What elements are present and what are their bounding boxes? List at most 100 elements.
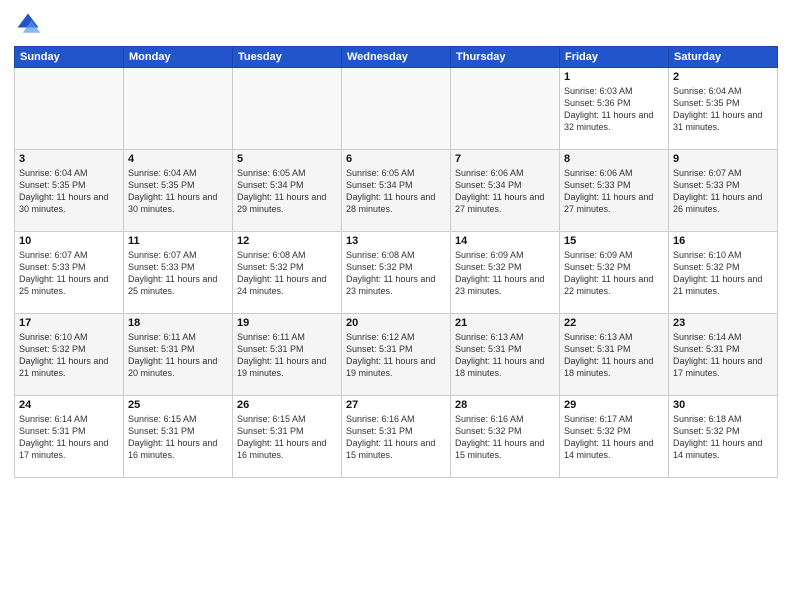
day-number: 16 — [673, 235, 773, 247]
weekday-header-tuesday: Tuesday — [233, 47, 342, 68]
day-number: 11 — [128, 235, 228, 247]
calendar-cell: 12 Sunrise: 6:08 AM Sunset: 5:32 PM Dayli… — [233, 232, 342, 314]
logo-icon — [14, 10, 42, 38]
day-info: Sunrise: 6:12 AM Sunset: 5:31 PM Dayligh… — [346, 331, 446, 380]
day-info: Sunrise: 6:04 AM Sunset: 5:35 PM Dayligh… — [128, 167, 228, 216]
day-info: Sunrise: 6:03 AM Sunset: 5:36 PM Dayligh… — [564, 85, 664, 134]
calendar-table: SundayMondayTuesdayWednesdayThursdayFrid… — [14, 46, 778, 478]
calendar-cell: 14Sunrise: 6:09 AM Sunset: 5:32 PM Dayli… — [451, 232, 560, 314]
calendar-cell: 15 Sunrise: 6:09 AM Sunset: 5:32 PM Dayli… — [560, 232, 669, 314]
calendar-cell: 11 Sunrise: 6:07 AM Sunset: 5:33 PM Dayli… — [124, 232, 233, 314]
calendar-cell — [342, 68, 451, 150]
day-info: Sunrise: 6:06 AM Sunset: 5:33 PM Dayligh… — [564, 167, 664, 216]
weekday-header-wednesday: Wednesday — [342, 47, 451, 68]
day-number: 22 — [564, 317, 664, 329]
day-number: 3 — [19, 153, 119, 165]
calendar-cell: 1 Sunrise: 6:03 AM Sunset: 5:36 PM Daylig… — [560, 68, 669, 150]
day-info: Sunrise: 6:06 AM Sunset: 5:34 PM Dayligh… — [455, 167, 555, 216]
day-info: Sunrise: 6:08 AM Sunset: 5:32 PM Dayligh… — [346, 249, 446, 298]
day-info: Sunrise: 6:04 AM Sunset: 5:35 PM Dayligh… — [19, 167, 119, 216]
calendar-cell: 22Sunrise: 6:13 AM Sunset: 5:31 PM Dayli… — [560, 314, 669, 396]
calendar-cell: 7 Sunrise: 6:06 AM Sunset: 5:34 PM Daylig… — [451, 150, 560, 232]
logo — [14, 10, 46, 38]
calendar-cell: 26Sunrise: 6:15 AM Sunset: 5:31 PM Dayli… — [233, 396, 342, 478]
weekday-header-sunday: Sunday — [15, 47, 124, 68]
day-number: 12 — [237, 235, 337, 247]
calendar-cell: 9 Sunrise: 6:07 AM Sunset: 5:33 PM Daylig… — [669, 150, 778, 232]
day-info: Sunrise: 6:05 AM Sunset: 5:34 PM Dayligh… — [346, 167, 446, 216]
day-number: 28 — [455, 399, 555, 411]
calendar-cell: 21 Sunrise: 6:13 AM Sunset: 5:31 PM Dayli… — [451, 314, 560, 396]
day-info: Sunrise: 6:07 AM Sunset: 5:33 PM Dayligh… — [19, 249, 119, 298]
calendar-cell: 2Sunrise: 6:04 AM Sunset: 5:35 PM Daylig… — [669, 68, 778, 150]
page: SundayMondayTuesdayWednesdayThursdayFrid… — [0, 0, 792, 612]
calendar-cell: 25Sunrise: 6:15 AM Sunset: 5:31 PM Dayli… — [124, 396, 233, 478]
calendar-cell: 3 Sunrise: 6:04 AM Sunset: 5:35 PM Daylig… — [15, 150, 124, 232]
day-info: Sunrise: 6:16 AM Sunset: 5:31 PM Dayligh… — [346, 413, 446, 462]
day-info: Sunrise: 6:10 AM Sunset: 5:32 PM Dayligh… — [673, 249, 773, 298]
day-info: Sunrise: 6:09 AM Sunset: 5:32 PM Dayligh… — [564, 249, 664, 298]
day-number: 6 — [346, 153, 446, 165]
day-number: 18 — [128, 317, 228, 329]
day-info: Sunrise: 6:11 AM Sunset: 5:31 PM Dayligh… — [237, 331, 337, 380]
day-info: Sunrise: 6:05 AM Sunset: 5:34 PM Dayligh… — [237, 167, 337, 216]
header — [14, 10, 778, 38]
weekday-header-saturday: Saturday — [669, 47, 778, 68]
day-number: 15 — [564, 235, 664, 247]
calendar-week-3: 10Sunrise: 6:07 AM Sunset: 5:33 PM Dayli… — [15, 232, 778, 314]
calendar-cell: 17 Sunrise: 6:10 AM Sunset: 5:32 PM Dayli… — [15, 314, 124, 396]
calendar-cell: 23 Sunrise: 6:14 AM Sunset: 5:31 PM Dayli… — [669, 314, 778, 396]
calendar-cell: 10Sunrise: 6:07 AM Sunset: 5:33 PM Dayli… — [15, 232, 124, 314]
calendar-cell: 8 Sunrise: 6:06 AM Sunset: 5:33 PM Daylig… — [560, 150, 669, 232]
calendar-cell — [451, 68, 560, 150]
day-number: 14 — [455, 235, 555, 247]
day-number: 29 — [564, 399, 664, 411]
calendar-cell: 4 Sunrise: 6:04 AM Sunset: 5:35 PM Daylig… — [124, 150, 233, 232]
calendar-cell: 29 Sunrise: 6:17 AM Sunset: 5:32 PM Dayli… — [560, 396, 669, 478]
day-number: 4 — [128, 153, 228, 165]
day-info: Sunrise: 6:13 AM Sunset: 5:31 PM Dayligh… — [455, 331, 555, 380]
calendar-cell: 18 Sunrise: 6:11 AM Sunset: 5:31 PM Dayli… — [124, 314, 233, 396]
day-number: 19 — [237, 317, 337, 329]
calendar-cell: 13 Sunrise: 6:08 AM Sunset: 5:32 PM Dayli… — [342, 232, 451, 314]
day-info: Sunrise: 6:15 AM Sunset: 5:31 PM Dayligh… — [237, 413, 337, 462]
day-number: 1 — [564, 71, 664, 83]
calendar-cell: 19 Sunrise: 6:11 AM Sunset: 5:31 PM Dayli… — [233, 314, 342, 396]
day-info: Sunrise: 6:14 AM Sunset: 5:31 PM Dayligh… — [19, 413, 119, 462]
calendar-cell: 6 Sunrise: 6:05 AM Sunset: 5:34 PM Daylig… — [342, 150, 451, 232]
day-info: Sunrise: 6:10 AM Sunset: 5:32 PM Dayligh… — [19, 331, 119, 380]
day-number: 5 — [237, 153, 337, 165]
day-info: Sunrise: 6:07 AM Sunset: 5:33 PM Dayligh… — [673, 167, 773, 216]
day-number: 8 — [564, 153, 664, 165]
weekday-header-row: SundayMondayTuesdayWednesdayThursdayFrid… — [15, 47, 778, 68]
day-number: 21 — [455, 317, 555, 329]
day-number: 23 — [673, 317, 773, 329]
day-info: Sunrise: 6:08 AM Sunset: 5:32 PM Dayligh… — [237, 249, 337, 298]
calendar-week-2: 3 Sunrise: 6:04 AM Sunset: 5:35 PM Daylig… — [15, 150, 778, 232]
day-number: 30 — [673, 399, 773, 411]
calendar-cell: 27 Sunrise: 6:16 AM Sunset: 5:31 PM Dayli… — [342, 396, 451, 478]
day-number: 9 — [673, 153, 773, 165]
calendar-cell: 28 Sunrise: 6:16 AM Sunset: 5:32 PM Dayli… — [451, 396, 560, 478]
day-number: 20 — [346, 317, 446, 329]
day-number: 2 — [673, 71, 773, 83]
day-info: Sunrise: 6:11 AM Sunset: 5:31 PM Dayligh… — [128, 331, 228, 380]
calendar-cell — [124, 68, 233, 150]
calendar-cell — [15, 68, 124, 150]
day-info: Sunrise: 6:18 AM Sunset: 5:32 PM Dayligh… — [673, 413, 773, 462]
day-number: 27 — [346, 399, 446, 411]
calendar-cell: 5 Sunrise: 6:05 AM Sunset: 5:34 PM Daylig… — [233, 150, 342, 232]
day-info: Sunrise: 6:15 AM Sunset: 5:31 PM Dayligh… — [128, 413, 228, 462]
calendar-week-1: 1 Sunrise: 6:03 AM Sunset: 5:36 PM Daylig… — [15, 68, 778, 150]
day-info: Sunrise: 6:17 AM Sunset: 5:32 PM Dayligh… — [564, 413, 664, 462]
day-info: Sunrise: 6:14 AM Sunset: 5:31 PM Dayligh… — [673, 331, 773, 380]
day-info: Sunrise: 6:16 AM Sunset: 5:32 PM Dayligh… — [455, 413, 555, 462]
weekday-header-thursday: Thursday — [451, 47, 560, 68]
calendar-cell: 16 Sunrise: 6:10 AM Sunset: 5:32 PM Dayli… — [669, 232, 778, 314]
calendar-cell — [233, 68, 342, 150]
weekday-header-monday: Monday — [124, 47, 233, 68]
day-number: 17 — [19, 317, 119, 329]
day-info: Sunrise: 6:07 AM Sunset: 5:33 PM Dayligh… — [128, 249, 228, 298]
day-number: 7 — [455, 153, 555, 165]
day-number: 13 — [346, 235, 446, 247]
